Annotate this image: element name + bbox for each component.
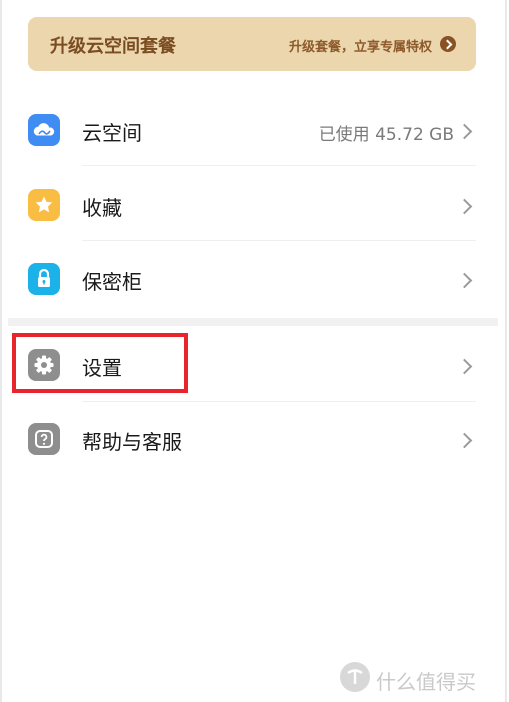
upgrade-plan-banner[interactable]: 升级云空间套餐 升级套餐，立享专属特权 [28, 17, 476, 71]
menu-item-favorites[interactable]: 收藏 [0, 170, 509, 240]
chevron-right-icon [456, 198, 473, 215]
menu-item-label: 云空间 [82, 121, 142, 145]
banner-subtitle: 升级套餐，立享专属特权 [288, 40, 432, 55]
chevron-right-icon [456, 358, 473, 375]
menu-item-label: 收藏 [82, 196, 122, 220]
storage-used-value: 已使用 45.72 GB [318, 125, 454, 145]
lock-icon [28, 263, 60, 295]
watermark-text: 什么值得买 [376, 670, 476, 694]
menu-item-help-support[interactable]: 帮助与客服 [0, 404, 509, 474]
cloud-icon [28, 114, 60, 146]
star-icon [28, 189, 60, 221]
menu-item-label: 保密柜 [82, 270, 142, 294]
menu-item-safe[interactable]: 保密柜 [0, 244, 509, 314]
divider [82, 240, 476, 241]
chevron-right-icon [456, 432, 473, 449]
section-separator [8, 318, 498, 326]
menu-item-label: 帮助与客服 [82, 430, 182, 454]
settings-highlight-annotation [12, 333, 188, 393]
chevron-right-icon [456, 272, 473, 289]
chevron-right-icon [456, 123, 473, 140]
menu-item-cloud-space[interactable]: 云空间 已使用 45.72 GB [0, 95, 509, 165]
smzdm-logo-icon [340, 662, 370, 692]
divider [82, 401, 476, 402]
help-icon [28, 423, 60, 455]
watermark: 什么值得买 [340, 660, 505, 694]
divider [82, 165, 476, 166]
chevron-right-circle-icon[interactable] [440, 36, 456, 52]
banner-title: 升级云空间套餐 [50, 36, 176, 57]
